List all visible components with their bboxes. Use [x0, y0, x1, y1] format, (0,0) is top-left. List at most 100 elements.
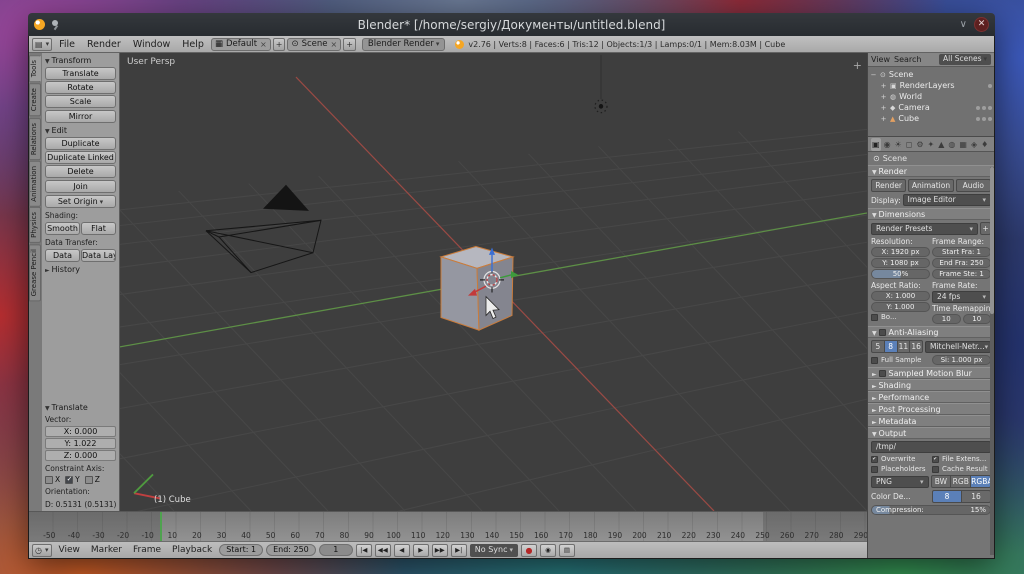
outliner-row-cube[interactable]: ▲ Cube: [870, 113, 992, 124]
end-frame-prop-field[interactable]: End Fra: 250: [932, 258, 991, 268]
depth-8-button[interactable]: 8: [932, 490, 961, 503]
rgba-button[interactable]: RGBA: [970, 475, 991, 488]
render-layers-tab-icon[interactable]: ◉: [883, 138, 892, 151]
resolution-x-field[interactable]: X: 1920 px: [871, 247, 930, 257]
viewport-canvas[interactable]: [120, 53, 867, 511]
new-scene-button[interactable]: +: [343, 38, 356, 51]
tab-animation[interactable]: Animation: [29, 161, 41, 207]
properties-region-toggle[interactable]: +: [853, 59, 862, 72]
start-frame-prop-field[interactable]: Start Fra: 1: [932, 247, 991, 257]
expand-icon[interactable]: [880, 93, 887, 101]
cache-result-checkbox[interactable]: Cache Result: [932, 465, 991, 473]
constraint-y-checkbox[interactable]: Y: [65, 475, 80, 484]
constraints-tab-icon[interactable]: ✦: [927, 138, 936, 151]
resolution-y-field[interactable]: Y: 1080 px: [871, 258, 930, 268]
screen-layout-selector[interactable]: ▦ Default ×: [211, 38, 271, 51]
aa-filter-dropdown[interactable]: Mitchell-Netr...: [925, 341, 991, 353]
material-tab-icon[interactable]: ▦: [958, 138, 968, 151]
dimensions-panel-header[interactable]: Dimensions: [868, 208, 994, 220]
overwrite-checkbox[interactable]: Overwrite: [871, 455, 930, 463]
scene-selector[interactable]: ⊙ Scene ×: [287, 38, 341, 51]
jump-to-end-button[interactable]: ▶|: [451, 544, 467, 557]
pin-icon[interactable]: [51, 20, 60, 29]
expand-icon[interactable]: [880, 82, 887, 90]
viewport-3d[interactable]: User Persp (1) Cube +: [120, 53, 867, 511]
keying-set-button[interactable]: ▤: [559, 544, 575, 557]
output-panel-header[interactable]: Output: [868, 427, 994, 439]
motion-blur-panel-header[interactable]: Sampled Motion Blur: [868, 367, 994, 379]
expand-icon[interactable]: [880, 104, 887, 112]
constraint-x-checkbox[interactable]: X: [45, 475, 60, 484]
timeline-editor-type-button[interactable]: ◷: [32, 544, 52, 557]
menu-render[interactable]: Render: [82, 39, 126, 50]
performance-panel-header[interactable]: Performance: [868, 391, 994, 403]
record-button[interactable]: ●: [521, 544, 537, 557]
restrict-icons[interactable]: [976, 117, 992, 121]
outliner-row-world[interactable]: ◍ World: [870, 91, 992, 102]
current-frame-field[interactable]: 1: [319, 544, 353, 556]
scale-button[interactable]: Scale: [45, 95, 116, 108]
cube-object[interactable]: [441, 246, 513, 330]
window-titlebar[interactable]: Blender* [/home/sergiy/Документы/untitle…: [28, 13, 995, 36]
redo-panel-header[interactable]: Translate: [45, 403, 116, 412]
set-origin-dropdown[interactable]: Set Origin: [45, 195, 116, 208]
edit-panel-header[interactable]: Edit: [45, 126, 116, 135]
outliner-display-dropdown[interactable]: All Scenes: [939, 54, 991, 65]
post-processing-panel-header[interactable]: Post Processing: [868, 403, 994, 415]
aa-size-field[interactable]: Si: 1.000 px: [932, 355, 991, 365]
frame-rate-dropdown[interactable]: 24 fps: [932, 291, 991, 303]
render-tab-icon[interactable]: ▣: [871, 138, 881, 151]
sync-mode-dropdown[interactable]: No Sync: [470, 544, 518, 557]
depth-16-button[interactable]: 16: [961, 490, 991, 503]
full-sample-checkbox[interactable]: Full Sample: [871, 355, 930, 365]
aa-samples-11-button[interactable]: 11: [897, 340, 910, 353]
file-format-dropdown[interactable]: PNG: [871, 476, 929, 488]
translate-button[interactable]: Translate: [45, 67, 116, 80]
file-extensions-checkbox[interactable]: File Extens...: [932, 455, 991, 463]
rotate-button[interactable]: Rotate: [45, 81, 116, 94]
tab-grease-pencil[interactable]: Grease Pencil: [29, 244, 41, 301]
aa-samples-16-button[interactable]: 16: [909, 340, 923, 353]
unlink-scene-icon[interactable]: ×: [331, 40, 338, 49]
texture-tab-icon[interactable]: ◈: [970, 138, 978, 151]
render-panel-header[interactable]: Render: [868, 165, 994, 177]
history-panel-header[interactable]: History: [45, 265, 116, 274]
render-presets-dropdown[interactable]: Render Presets: [871, 223, 978, 235]
remap-new-field[interactable]: 10: [963, 314, 992, 324]
close-window-button[interactable]: ✕: [974, 17, 989, 32]
antialiasing-panel-header[interactable]: Anti-Aliasing: [868, 326, 994, 338]
scene-tab-icon[interactable]: ☀: [894, 138, 903, 151]
outliner-row-scene[interactable]: ⊙ Scene: [870, 69, 992, 80]
auto-keyframe-button[interactable]: ◉: [540, 544, 556, 557]
mirror-button[interactable]: Mirror: [45, 110, 116, 123]
timeline-menu-playback[interactable]: Playback: [168, 545, 216, 555]
bw-button[interactable]: BW: [931, 475, 951, 488]
duplicate-button[interactable]: Duplicate: [45, 137, 116, 150]
restrict-icons[interactable]: [988, 84, 992, 88]
placeholders-checkbox[interactable]: Placeholders: [871, 465, 930, 473]
previous-keyframe-button[interactable]: ◀◀: [375, 544, 391, 557]
vector-z-field[interactable]: Z: 0.000: [45, 450, 116, 461]
next-keyframe-button[interactable]: ▶▶: [432, 544, 448, 557]
properties-scrollbar[interactable]: [990, 167, 994, 555]
vector-x-field[interactable]: X: 0.000: [45, 426, 116, 437]
data-layout-button[interactable]: Data Layo...: [81, 249, 116, 262]
aspect-y-field[interactable]: Y: 1.000: [871, 302, 930, 312]
render-audio-button[interactable]: Audio: [956, 179, 991, 192]
resolution-percentage-slider[interactable]: 50%: [871, 269, 930, 279]
end-frame-field[interactable]: End: 250: [266, 544, 316, 556]
modifiers-tab-icon[interactable]: ▲: [937, 138, 945, 151]
unlink-layout-icon[interactable]: ×: [260, 40, 267, 49]
timeline-menu-view[interactable]: View: [55, 545, 84, 555]
play-reverse-button[interactable]: ◀: [394, 544, 410, 557]
timeline-ruler[interactable]: -50 -40 -30 -20 -10 10 20 30 40 50 60 70…: [29, 511, 867, 541]
rgb-button[interactable]: RGB: [950, 475, 970, 488]
smooth-button[interactable]: Smooth: [45, 222, 80, 235]
aspect-x-field[interactable]: X: 1.000: [871, 291, 930, 301]
join-button[interactable]: Join: [45, 180, 116, 193]
shade-window-icon[interactable]: ∨: [960, 20, 967, 30]
flat-button[interactable]: Flat: [81, 222, 116, 235]
render-engine-selector[interactable]: Blender Render: [362, 38, 445, 51]
motion-blur-checkbox[interactable]: [879, 370, 886, 377]
frame-step-field[interactable]: Frame Ste: 1: [932, 269, 991, 279]
